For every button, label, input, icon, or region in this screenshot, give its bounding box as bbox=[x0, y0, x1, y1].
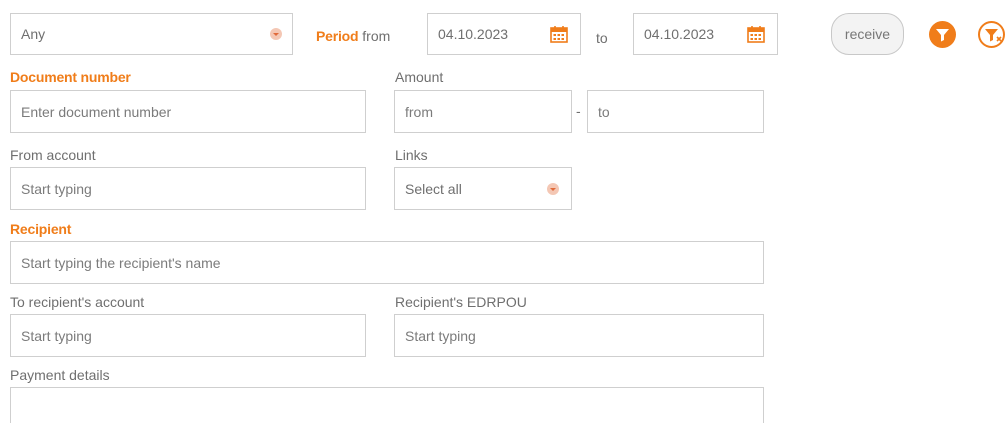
type-select[interactable]: Any bbox=[10, 13, 293, 55]
document-number-placeholder: Enter document number bbox=[21, 103, 172, 120]
amount-to-input[interactable]: to bbox=[587, 90, 764, 133]
date-to-value: 04.10.2023 bbox=[644, 26, 715, 42]
recipient-edrpou-input[interactable]: Start typing bbox=[394, 314, 764, 357]
period-label-strong: Period bbox=[316, 28, 359, 44]
from-account-input[interactable]: Start typing bbox=[10, 167, 366, 210]
date-from-input[interactable]: 04.10.2023 bbox=[427, 13, 581, 55]
document-number-input[interactable]: Enter document number bbox=[10, 90, 366, 133]
receive-button[interactable]: receive bbox=[831, 13, 904, 55]
recipient-edrpou-label: Recipient's EDRPOU bbox=[395, 294, 527, 310]
calendar-icon[interactable] bbox=[550, 25, 568, 43]
payment-details-textarea[interactable] bbox=[10, 387, 764, 423]
recipient-edrpou-placeholder: Start typing bbox=[405, 327, 476, 344]
chevron-down-icon bbox=[547, 182, 559, 195]
recipient-label: Recipient bbox=[10, 221, 72, 237]
from-account-label: From account bbox=[10, 147, 96, 163]
payment-details-label: Payment details bbox=[10, 367, 110, 383]
type-select-value: Any bbox=[21, 26, 46, 42]
date-to-input[interactable]: 04.10.2023 bbox=[633, 13, 778, 55]
recipient-input[interactable]: Start typing the recipient's name bbox=[10, 241, 764, 284]
recipient-placeholder: Start typing the recipient's name bbox=[21, 254, 221, 271]
date-from-value: 04.10.2023 bbox=[438, 26, 509, 42]
period-label: Period from bbox=[316, 28, 390, 44]
amount-separator: - bbox=[576, 103, 581, 119]
filter-icon[interactable] bbox=[929, 21, 956, 48]
to-recipient-account-placeholder: Start typing bbox=[21, 327, 92, 344]
from-account-placeholder: Start typing bbox=[21, 180, 92, 197]
filter-clear-icon[interactable] bbox=[978, 21, 1008, 48]
amount-from-placeholder: from bbox=[405, 103, 433, 120]
to-recipient-account-input[interactable]: Start typing bbox=[10, 314, 366, 357]
calendar-icon[interactable] bbox=[747, 25, 765, 43]
amount-to-placeholder: to bbox=[598, 103, 610, 120]
to-recipient-account-label: To recipient's account bbox=[10, 294, 145, 310]
period-to-label: to bbox=[596, 30, 608, 46]
amount-from-input[interactable]: from bbox=[394, 90, 572, 133]
chevron-down-icon bbox=[270, 28, 282, 40]
links-select-value: Select all bbox=[405, 180, 462, 197]
links-select[interactable]: Select all bbox=[394, 167, 572, 210]
links-label: Links bbox=[395, 147, 428, 163]
document-number-label: Document number bbox=[10, 69, 131, 85]
period-label-from: from bbox=[362, 28, 391, 44]
amount-label: Amount bbox=[395, 69, 444, 85]
